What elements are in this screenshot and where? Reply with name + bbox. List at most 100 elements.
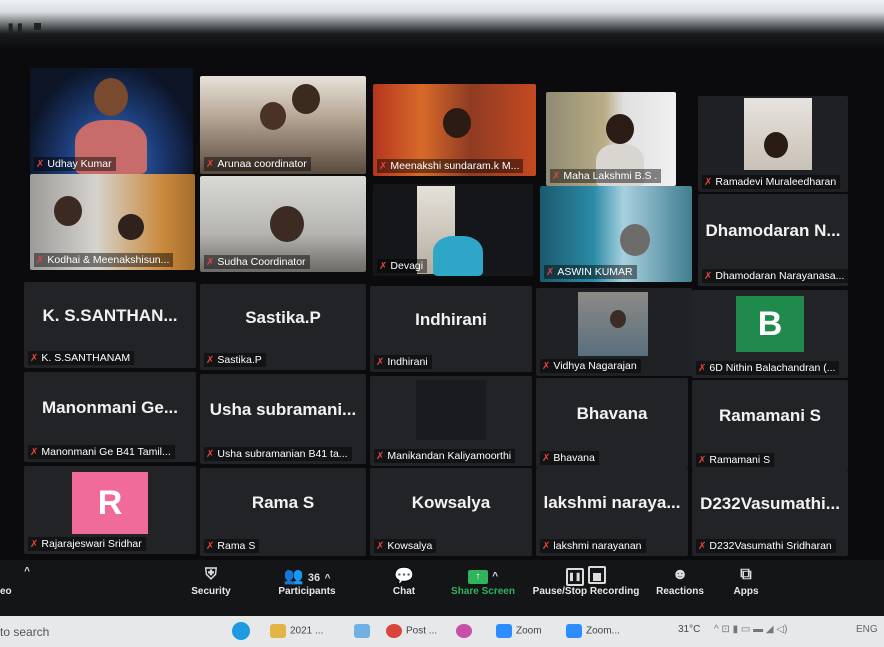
mic-muted-icon: ✗ (542, 541, 551, 552)
video-feed (764, 132, 788, 158)
participant-name: ✗ Usha subramanian B41 ta... (204, 447, 352, 461)
participant-display-name: lakshmi naraya... (543, 493, 681, 513)
participant-tile[interactable]: ✗ Arunaa coordinator (200, 76, 366, 174)
meeting-toolbar: ^ eo ⛨ Security 👥 36 ^ Participants 💬 Ch… (0, 560, 884, 616)
participant-name: ✗ lakshmi narayanan (540, 539, 646, 553)
mic-muted-icon: ✗ (704, 177, 713, 188)
participant-tile[interactable]: Rama S ✗ Rama S (200, 468, 366, 556)
mic-muted-icon: ✗ (376, 357, 385, 368)
participants-button[interactable]: 👥 36 ^ Participants (270, 566, 344, 597)
gallery-grid: ✗ Udhay Kumar ✗ Arunaa coordinator ✗ Meenak… (0, 56, 884, 556)
participant-tile[interactable]: ✗ Manikandan Kaliyamoorthi (370, 376, 532, 466)
mic-muted-icon: ✗ (30, 539, 39, 550)
participant-tile[interactable]: ✗ Sudha Coordinator (200, 176, 366, 272)
participant-tile[interactable]: ✗ Kodhai & Meenakshisun... (30, 174, 195, 270)
participant-display-name: Usha subramani... (209, 400, 357, 419)
mic-muted-icon: ✗ (698, 541, 707, 552)
video-feed (270, 206, 304, 242)
participant-tile[interactable]: lakshmi naraya... ✗ lakshmi narayanan (536, 468, 688, 556)
taskbar-app-zoom-2[interactable]: Zoom... (566, 624, 620, 638)
taskbar-search[interactable]: to search (0, 625, 49, 639)
participant-name: ✗ Kodhai & Meenakshisun... (34, 253, 174, 267)
participant-display-name: Manonmani Ge... (41, 398, 179, 417)
reactions-label: Reactions (656, 586, 704, 597)
chevron-up-icon[interactable]: ^ (0, 566, 30, 586)
participant-name: ✗ Dhamodaran Narayanasa... (702, 269, 848, 283)
participant-display-name: Ramamani S (718, 406, 822, 425)
participant-name: ✗ Sastika.P (204, 353, 266, 367)
participant-name: ✗ Udhay Kumar (34, 157, 116, 171)
participant-tile[interactable]: ✗ Devagi (373, 184, 533, 276)
participant-tile[interactable]: ✗ Udhay Kumar (30, 68, 193, 174)
weather-widget[interactable]: 31°C (678, 624, 700, 635)
edge-icon[interactable] (232, 622, 254, 640)
taskbar-app-zoom[interactable]: Zoom (496, 624, 542, 638)
video-feed (433, 236, 483, 276)
video-button[interactable]: ^ eo (0, 566, 30, 597)
record-label: Pause/Stop Recording (532, 586, 640, 597)
security-button[interactable]: ⛨ Security (184, 566, 238, 597)
chevron-up-icon[interactable]: ^ (325, 573, 331, 584)
participant-display-name: Sastika.P (245, 308, 321, 328)
avatar: B (736, 296, 804, 352)
participant-tile[interactable]: Indhirani ✗ Indhirani (370, 286, 532, 372)
participant-tile[interactable]: Kowsalya ✗ Kowsalya (370, 468, 532, 556)
participant-tile[interactable]: B ✗ 6D Nithin Balachandran (... (692, 290, 848, 378)
mic-muted-icon: ✗ (698, 363, 707, 374)
weather-temp: 31°C (678, 624, 701, 635)
reactions-button[interactable]: ☻ Reactions (652, 566, 708, 597)
participant-tile[interactable]: ✗ ASWIN KUMAR (540, 186, 692, 282)
taskbar-app-2021[interactable]: 2021 ... (270, 624, 323, 638)
taskbar-app-post[interactable]: Post ... (386, 624, 437, 638)
participant-tile[interactable]: Ramamani S ✗ Ramamani S (692, 380, 848, 470)
avatar: R (72, 472, 148, 534)
participant-tile[interactable]: R ✗ Rajarajeswari Sridhar (24, 466, 196, 554)
chat-button[interactable]: 💬 Chat (384, 566, 424, 597)
participant-tile[interactable]: Bhavana ✗ Bhavana (536, 378, 688, 468)
mic-muted-icon: ✗ (206, 257, 215, 268)
chevron-up-icon[interactable]: ^ (492, 571, 498, 582)
taskbar-app-label: 2021 ... (290, 625, 324, 637)
recording-indicator-icon (34, 23, 41, 30)
participant-name: ✗ Rama S (204, 539, 260, 553)
share-screen-button[interactable]: ↑ ^ Share Screen (448, 566, 518, 597)
participant-name: ✗ 6D Nithin Balachandran (... (696, 361, 840, 375)
apps-button[interactable]: ⧉ Apps (726, 566, 766, 597)
participant-name: ✗ Maha Lakshmi B.S . (550, 169, 662, 183)
participant-name: ✗ Manonmani Ge B41 Tamil... (28, 445, 175, 459)
mic-muted-icon: ✗ (542, 361, 551, 372)
participant-display-name: Indhirani (415, 310, 487, 330)
video-feed (443, 108, 471, 138)
participant-tile[interactable]: Usha subramani... ✗ Usha subramanian B41 … (200, 374, 366, 464)
participants-icon: 👥 36 ^ (283, 568, 331, 585)
participant-tile[interactable]: Dhamodaran N... ✗ Dhamodaran Narayanasa..… (698, 194, 848, 286)
participant-name: ✗ Arunaa coordinator (204, 157, 311, 171)
mic-muted-icon: ✗ (30, 353, 39, 364)
participant-name: ✗ Rajarajeswari Sridhar (28, 537, 146, 551)
system-tray-icons[interactable]: ^ ⊡ ▮ ▭ ▬ ◢ ◁) (714, 624, 787, 635)
participant-tile[interactable]: D232Vasumathi... ✗ D232Vasumathi Sridhara… (692, 470, 848, 556)
participant-tile[interactable]: ✗ Meenakshi sundaram.k M... (373, 84, 536, 176)
participant-tile[interactable]: K. S.SANTHAN... ✗ K. S.SANTHANAM (24, 282, 196, 368)
participant-name: ✗ K. S.SANTHANAM (28, 351, 135, 365)
participant-tile[interactable]: Sastika.P ✗ Sastika.P (200, 284, 366, 370)
participant-name: ✗ Sudha Coordinator (204, 255, 310, 269)
participant-tile[interactable]: ✗ Ramadevi Muraleedharan (698, 96, 848, 192)
mic-muted-icon: ✗ (206, 355, 215, 366)
mic-muted-icon: ✗ (36, 159, 45, 170)
mic-muted-icon: ✗ (698, 455, 707, 466)
participant-name: ✗ Bhavana (540, 451, 599, 465)
language-indicator[interactable]: ENG (856, 624, 878, 635)
participant-display-name: Kowsalya (411, 493, 491, 513)
participant-tile[interactable]: ✗ Maha Lakshmi B.S . (546, 92, 676, 186)
mic-muted-icon: ✗ (376, 451, 385, 462)
pause-icon[interactable]: ❚❚ (6, 22, 24, 35)
participant-tile[interactable]: Manonmani Ge... ✗ Manonmani Ge B41 Tamil.… (24, 372, 196, 462)
pause-stop-recording-button[interactable]: ❚❚ Pause/Stop Recording (528, 566, 644, 597)
participant-tile[interactable]: ✗ Vidhya Nagarajan (536, 288, 692, 376)
video-feed (94, 78, 128, 116)
app-icon[interactable] (354, 624, 374, 638)
app-icon[interactable] (456, 624, 476, 638)
share-screen-icon: ↑ ^ (448, 566, 518, 586)
security-label: Security (191, 586, 231, 597)
